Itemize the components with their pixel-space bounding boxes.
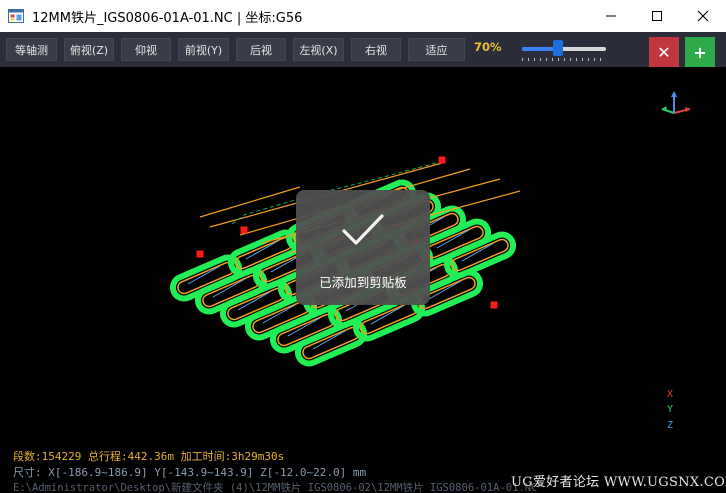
marker-point [490,301,498,309]
watermark-text: UG爱好者论坛 WWW.UGSNX.COM [511,475,726,490]
axis-legend-z: Z [667,420,674,431]
title-bar: 12MM铁片_IGS0806-01A-01.NC | 坐标:G56 [0,0,726,32]
zoom-slider-thumb[interactable] [553,40,564,56]
window-title: 12MM铁片_IGS0806-01A-01.NC | 坐标:G56 [32,11,303,26]
toast-message: 已添加到剪贴板 [319,275,407,290]
minimize-button[interactable] [588,0,634,32]
view-front-button[interactable]: 前视(Y) [178,38,229,61]
view-left-button[interactable]: 左视(X) [293,38,344,61]
axis-legend-x: X [667,389,674,400]
zoom-slider-ticks [522,58,606,61]
add-view-button[interactable]: + [685,37,715,67]
axis-legend-y: Y [667,404,674,415]
zoom-percent: 70% [474,40,502,54]
view-back-button[interactable]: 后视 [236,38,286,61]
marker-point [240,226,248,234]
axis-gizmo-icon [661,91,691,114]
clipboard-toast: 已添加到剪贴板 [296,190,430,305]
minimize-icon [606,15,616,17]
dimensions-line: 尺寸: X[-186.9~186.9] Y[-143.9~143.9] Z[-1… [13,466,367,479]
window-close-button[interactable] [680,0,726,32]
app-icon [8,9,24,23]
view-right-button[interactable]: 右视 [351,38,401,61]
zoom-slider[interactable] [520,38,608,62]
marker-point [438,156,446,164]
maximize-button[interactable] [634,0,680,32]
view-isometric-button[interactable]: 等轴测 [6,38,57,61]
view-bottom-button[interactable]: 仰视 [121,38,171,61]
stats-line: 段数:154229 总行程:442.36m 加工时间:3h29m30s [13,450,285,463]
view-fit-button[interactable]: 适应 [408,38,465,61]
view-top-button[interactable]: 俯视(Z) [64,38,114,61]
close-view-button[interactable]: ✕ [649,37,679,67]
file-path-line: E:\Administrator\Desktop\新建文件夹 (4)\12MM铁… [13,482,538,493]
maximize-icon [652,11,662,21]
marker-point [196,250,204,258]
toolpath-viewport[interactable]: X Y Z 已添加到剪贴板 段数:154229 总行程:442.36m 加工时间… [0,67,726,493]
checkmark-icon [342,214,384,245]
close-icon [697,10,709,22]
view-toolbar: 等轴测 俯视(Z) 仰视 前视(Y) 后视 左视(X) 右视 适应 70% ✕ … [0,32,726,67]
rapid-move-line [199,186,301,218]
